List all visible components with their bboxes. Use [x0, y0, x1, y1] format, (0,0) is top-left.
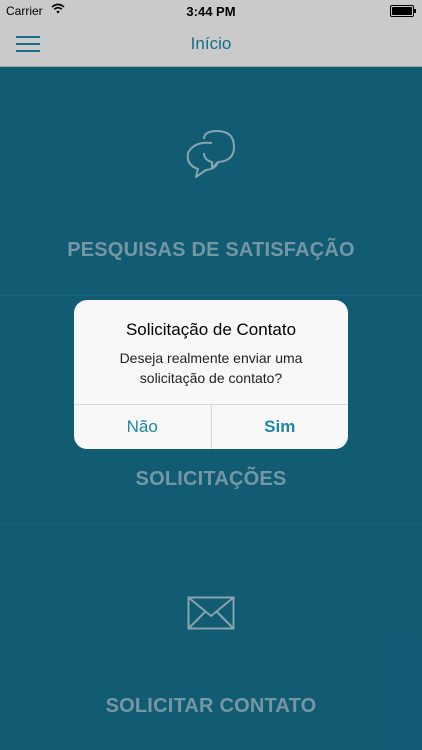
- alert-button-row: Não Sim: [74, 404, 348, 449]
- modal-overlay: Solicitação de Contato Deseja realmente …: [0, 0, 422, 750]
- confirm-button[interactable]: Sim: [212, 405, 349, 449]
- alert-message: Deseja realmente enviar uma solicitação …: [119, 350, 303, 386]
- alert-title: Solicitação de Contato: [125, 320, 297, 339]
- contact-request-alert: Solicitação de Contato Deseja realmente …: [74, 300, 348, 449]
- cancel-button[interactable]: Não: [74, 405, 212, 449]
